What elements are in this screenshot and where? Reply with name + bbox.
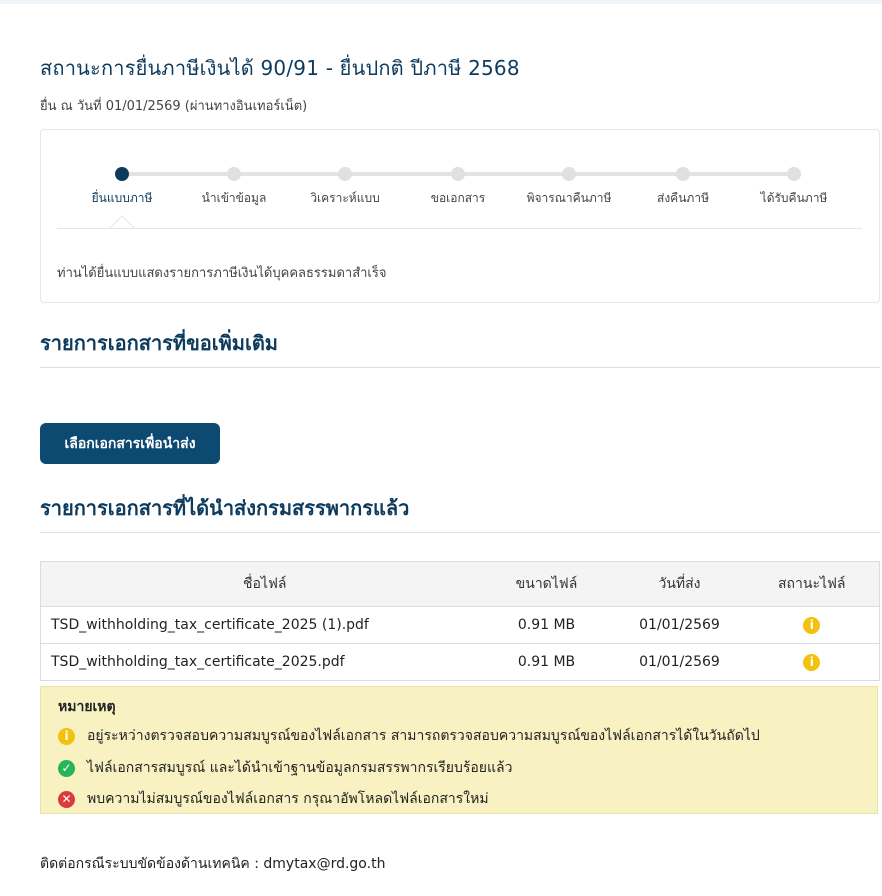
step-label-request-docs: ขอเอกสาร [430,191,486,205]
step-label-receive-refund: ได้รับคืนภาษี [760,191,828,205]
note-item-incomplete: ✕ พบความไม่สมบูรณ์ของไฟล์เอกสาร กรุณาอัพ… [58,788,489,810]
step-label-consider-refund: พิจารณาคืนภาษี [526,191,612,205]
page-title: สถานะการยื่นภาษีเงินได้ 90/91 - ยื่นปกติ… [40,56,520,80]
file-size-cell: 0.91 MB [478,606,615,644]
step-dot-send-refund [676,167,690,181]
step-dot-consider-refund [562,167,576,181]
step-dot-receive-refund [787,167,801,181]
top-band [0,0,882,4]
table-row: TSD_withholding_tax_certificate_2025.pdf… [41,644,880,681]
file-status-cell: i [745,644,880,681]
step-dot-request-docs [451,167,465,181]
section-divider [40,532,880,533]
submitted-docs-title: รายการเอกสารที่ได้นำส่งกรมสรรพากรแล้ว [40,496,410,520]
legend-note-box: หมายเหตุ i อยู่ระหว่างตรวจสอบความสมบูรณ์… [40,686,878,814]
step-dot-file-tax [115,167,129,181]
note-text: อยู่ระหว่างตรวจสอบความสมบูรณ์ของไฟล์เอกส… [87,728,760,744]
step-dot-analyze [338,167,352,181]
card-divider [57,228,862,229]
column-header-file-status[interactable]: สถานะไฟล์ [744,561,880,607]
submitted-files-table: ชื่อไฟล์ ขนาดไฟล์ วันที่ส่ง สถานะไฟล์ TS… [40,561,880,681]
step-label-send-refund: ส่งคืนภาษี [657,191,709,205]
info-icon[interactable]: i [803,653,821,671]
file-name-cell: TSD_withholding_tax_certificate_2025.pdf [51,654,345,670]
technical-contact: ติดต่อกรณีระบบขัดข้องด้านเทคนิค : dmytax… [40,856,386,872]
status-message: ท่านได้ยื่นแบบแสดงรายการภาษีเงินได้บุคคล… [57,266,387,281]
file-status-cell: i [744,606,880,644]
file-name-cell: TSD_withholding_tax_certificate_2025 (1)… [40,606,479,644]
note-text: พบความไม่สมบูรณ์ของไฟล์เอกสาร กรุณาอัพโห… [87,791,489,807]
note-item-complete: ✓ ไฟล์เอกสารสมบูรณ์ และได้นำเข้าฐานข้อมู… [58,757,512,779]
column-header-file-size[interactable]: ขนาดไฟล์ [478,561,615,607]
note-text: ไฟล์เอกสารสมบูรณ์ และได้นำเข้าฐานข้อมูลก… [87,760,513,776]
step-label-import-data: นำเข้าข้อมูล [201,191,267,205]
section-divider [40,367,880,368]
info-icon: i [58,727,75,745]
step-label-file-tax: ยื่นแบบภาษี [91,191,153,205]
step-dot-import-data [227,167,241,181]
check-icon: ✓ [58,759,75,777]
note-title: หมายเหตุ [58,699,116,715]
table-row: TSD_withholding_tax_certificate_2025 (1)… [40,606,880,644]
info-icon[interactable]: i [803,616,821,634]
file-size-cell: 0.91 MB [517,654,576,670]
step-label-analyze: วิเคราะห์แบบ [310,191,380,205]
column-header-file-name[interactable]: ชื่อไฟล์ [40,561,479,607]
page-subtitle: ยื่น ณ วันที่ 01/01/2569 (ผ่านทางอินเทอร… [40,99,308,114]
column-header-submit-date[interactable]: วันที่ส่ง [614,561,745,607]
note-item-pending: i อยู่ระหว่างตรวจสอบความสมบูรณ์ของไฟล์เอ… [58,725,760,747]
submit-date-cell: 01/01/2569 [639,654,720,670]
submit-date-cell: 01/01/2569 [614,606,745,644]
requested-docs-title: รายการเอกสารที่ขอเพิ่มเติม [40,331,278,355]
select-documents-button[interactable]: เลือกเอกสารเพื่อนำส่ง [40,423,220,464]
error-icon: ✕ [58,790,75,808]
table-header-row: ชื่อไฟล์ ขนาดไฟล์ วันที่ส่ง สถานะไฟล์ [40,561,880,607]
